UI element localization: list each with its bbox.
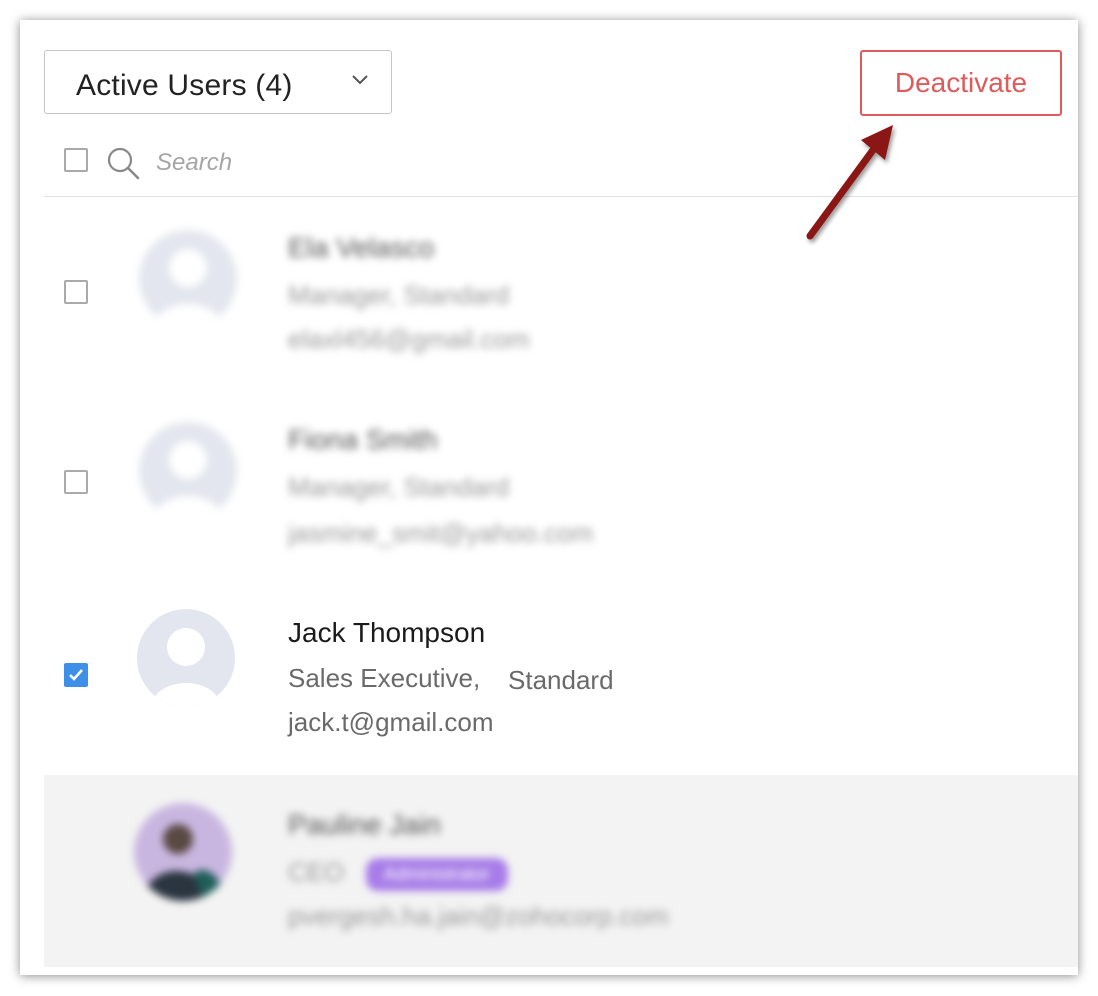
select-all-checkbox[interactable]	[64, 148, 88, 172]
user-role: Manager, Standard	[288, 472, 510, 502]
user-avatar-icon	[139, 230, 237, 328]
user-name: Pauline Jain	[288, 809, 441, 840]
user-role: Sales Executive,	[288, 663, 481, 693]
user-filter-dropdown[interactable]: Active Users (4)	[44, 50, 392, 114]
user-checkbox[interactable]	[64, 280, 88, 304]
list-item[interactable]: Ela Velasco Manager, Standard elaxl456@g…	[44, 220, 1078, 370]
user-list-panel: Active Users (4) Deactivate Ela Velasco …	[20, 20, 1078, 975]
user-role-text: CEO	[288, 857, 345, 887]
user-name: Ela Velasco	[288, 232, 435, 263]
deactivate-button[interactable]: Deactivate	[860, 50, 1062, 116]
user-email: pvergesh.ha.jain@zohocorp.com	[288, 901, 669, 931]
search-row	[44, 142, 1078, 198]
user-email: jasmine_smit@yahoo.com	[288, 518, 594, 548]
user-email: elaxl456@gmail.com	[288, 324, 530, 354]
user-avatar-photo	[134, 803, 232, 901]
user-checkbox-checked[interactable]	[64, 663, 88, 687]
chevron-down-icon	[352, 71, 368, 87]
list-item[interactable]: Fiona Smith Manager, Standard jasmine_sm…	[44, 412, 1078, 562]
list-divider	[44, 196, 1078, 197]
search-icon	[106, 146, 140, 180]
user-name: Jack Thompson	[288, 617, 486, 648]
user-avatar-icon	[137, 609, 235, 707]
user-avatar-icon	[139, 422, 237, 520]
user-role: Manager, Standard	[288, 280, 510, 310]
search-input[interactable]	[156, 148, 556, 178]
profile-badge: Administrator	[365, 857, 508, 891]
checkmark-icon	[69, 669, 83, 681]
list-item-highlighted[interactable]: Pauline Jain CEO Administrator pvergesh.…	[44, 775, 1078, 967]
list-item[interactable]: Jack Thompson Sales Executive, Standard …	[44, 605, 1078, 755]
user-profile: Standard	[508, 665, 614, 695]
user-email: jack.t@gmail.com	[288, 707, 494, 737]
user-role: CEO Administrator	[288, 857, 508, 891]
user-checkbox[interactable]	[64, 470, 88, 494]
user-filter-label: Active Users (4)	[76, 69, 293, 102]
user-name: Fiona Smith	[288, 424, 438, 455]
